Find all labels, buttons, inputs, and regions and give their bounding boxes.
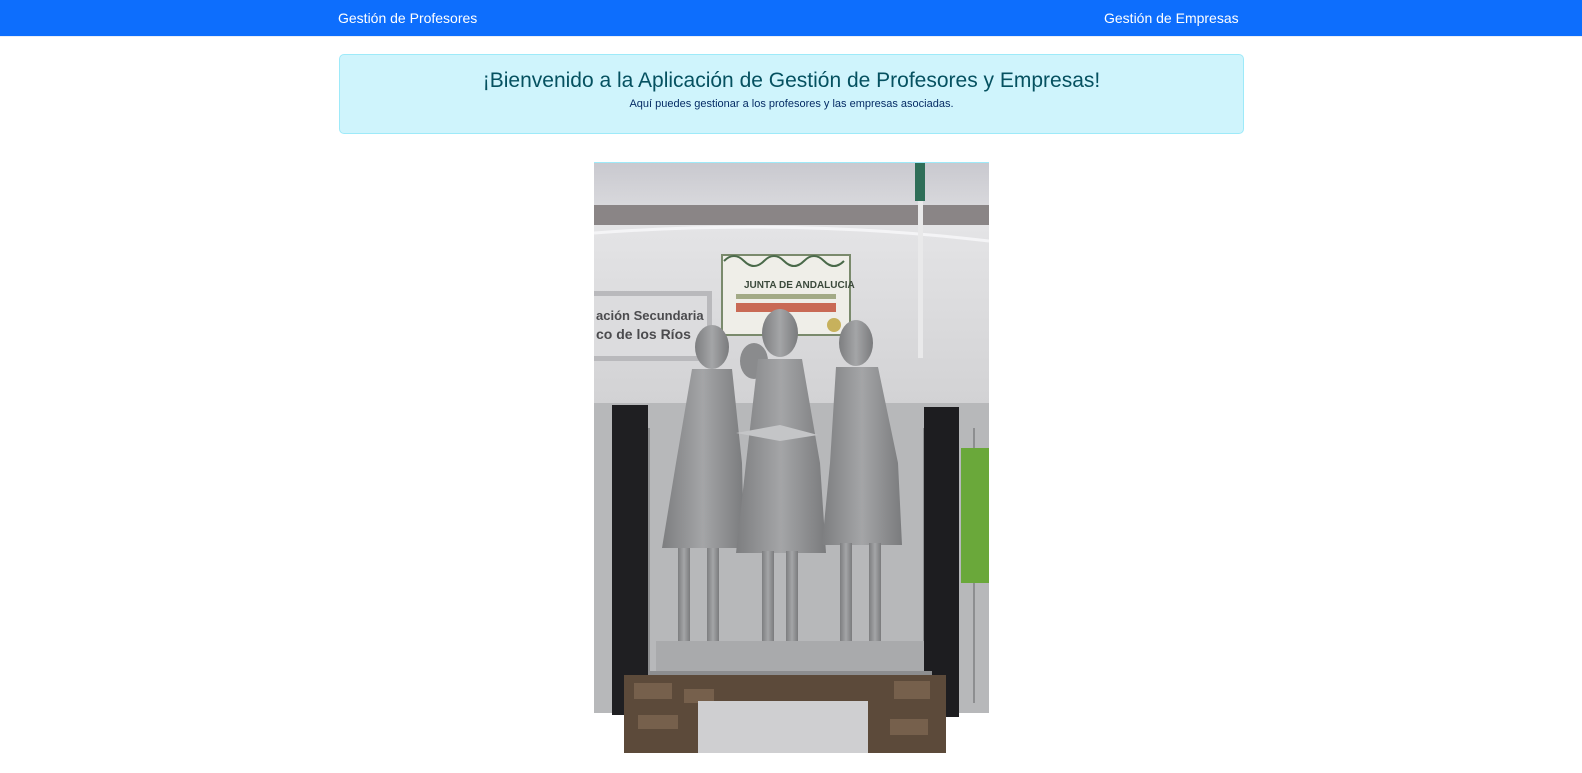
plaque-text: JUNTA DE ANDALUCIA <box>744 280 855 291</box>
top-navbar: Gestión de Profesores Gestión de Empresa… <box>0 0 1582 37</box>
welcome-alert: ¡Bienvenido a la Aplicación de Gestión d… <box>339 54 1244 134</box>
statue-image: ación Secundaria co de los Ríos JUNTA DE… <box>594 163 989 753</box>
sign-text-1: ación Secundaria <box>596 308 704 323</box>
welcome-title: ¡Bienvenido a la Aplicación de Gestión d… <box>482 69 1101 92</box>
sign-text-2: co de los Ríos <box>596 326 691 342</box>
welcome-subtitle: Aquí puedes gestionar a los profesores y… <box>629 98 954 110</box>
school-statue-photo: ación Secundaria co de los Ríos JUNTA DE… <box>594 162 989 753</box>
nav-link-profesores[interactable]: Gestión de Profesores <box>338 10 477 27</box>
nav-link-empresas[interactable]: Gestión de Empresas <box>1104 10 1239 27</box>
